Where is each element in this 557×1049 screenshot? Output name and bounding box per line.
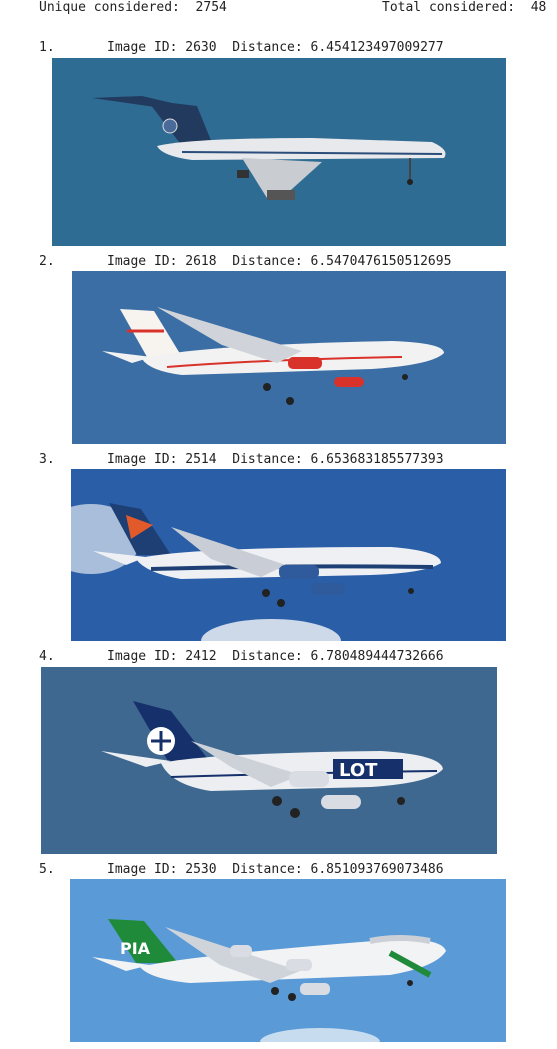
result-caption: Image ID: 2412 Distance: 6.7804894447326… xyxy=(107,649,444,664)
b767-aircraft-photo xyxy=(71,469,506,641)
result-rank: 1. xyxy=(39,40,55,55)
image-id-label: Image ID: xyxy=(107,862,178,877)
result-image-2 xyxy=(72,271,506,444)
result-image-3 xyxy=(71,469,506,641)
total-considered-line: Total considered: 48 xyxy=(382,0,546,15)
total-considered-value: 48 xyxy=(530,0,547,15)
image-id-label: Image ID: xyxy=(107,254,178,269)
distance-label: Distance: xyxy=(232,254,303,269)
result-rank: 4. xyxy=(39,649,55,664)
image-id-value: 2412 xyxy=(185,649,217,664)
unique-considered-label: Unique considered: xyxy=(39,0,180,15)
image-id-label: Image ID: xyxy=(107,452,178,467)
distance-value: 6.851093769073486 xyxy=(310,862,444,877)
unique-considered-line: Unique considered: 2754 xyxy=(39,0,227,15)
result-image-5: PIA xyxy=(70,879,506,1042)
unique-considered-value: 2754 xyxy=(195,0,227,15)
distance-label: Distance: xyxy=(232,649,303,664)
total-considered-label: Total considered: xyxy=(382,0,516,15)
result-caption: Image ID: 2618 Distance: 6.5470476150512… xyxy=(107,254,451,269)
distance-value: 6.454123497009277 xyxy=(310,40,444,55)
image-id-label: Image ID: xyxy=(107,40,178,55)
image-id-value: 2630 xyxy=(185,40,217,55)
b737-aircraft-photo: LOT xyxy=(41,667,497,854)
distance-value: 6.5470476150512695 xyxy=(310,254,452,269)
image-id-label: Image ID: xyxy=(107,649,178,664)
result-rank: 3. xyxy=(39,452,55,467)
distance-value: 6.653683185577393 xyxy=(310,452,444,467)
result-caption: Image ID: 2514 Distance: 6.6536831855773… xyxy=(107,452,444,467)
result-caption: Image ID: 2630 Distance: 6.4541234970092… xyxy=(107,40,444,55)
image-id-value: 2530 xyxy=(185,862,217,877)
distance-label: Distance: xyxy=(232,452,303,467)
result-image-1 xyxy=(52,58,506,246)
distance-label: Distance: xyxy=(232,40,303,55)
result-rank: 5. xyxy=(39,862,55,877)
image-id-value: 2618 xyxy=(185,254,217,269)
result-caption: Image ID: 2530 Distance: 6.8510937690734… xyxy=(107,862,444,877)
b747-aircraft-photo: PIA xyxy=(70,879,506,1042)
distance-label: Distance: xyxy=(232,862,303,877)
a310-aircraft-photo xyxy=(72,271,506,444)
svg-text:LOT: LOT xyxy=(339,760,378,781)
svg-text:PIA: PIA xyxy=(120,939,151,958)
result-image-4: LOT xyxy=(41,667,497,854)
distance-value: 6.780489444732666 xyxy=(310,649,444,664)
image-id-value: 2514 xyxy=(185,452,217,467)
result-rank: 2. xyxy=(39,254,55,269)
tu134-aircraft-photo xyxy=(52,58,506,246)
